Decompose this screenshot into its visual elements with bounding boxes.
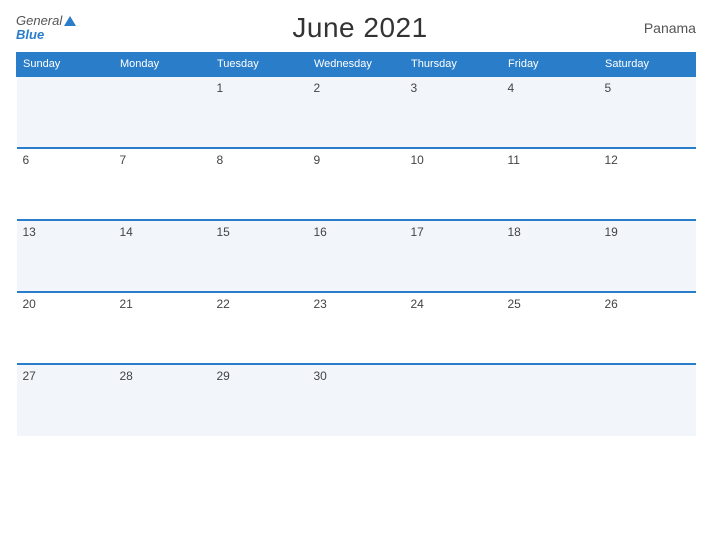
calendar-cell: 14 bbox=[114, 220, 211, 292]
calendar-week-row: 27 28 29 30 bbox=[17, 364, 696, 436]
calendar-cell: 5 bbox=[599, 76, 696, 148]
day-number: 16 bbox=[314, 225, 327, 239]
calendar-cell: 16 bbox=[308, 220, 405, 292]
calendar-cell: 1 bbox=[211, 76, 308, 148]
calendar-cell: 20 bbox=[17, 292, 114, 364]
day-number: 3 bbox=[411, 81, 418, 95]
header-thursday: Thursday bbox=[405, 53, 502, 77]
calendar-cell bbox=[17, 76, 114, 148]
calendar-week-row: 20 21 22 23 24 25 26 bbox=[17, 292, 696, 364]
calendar-title: June 2021 bbox=[292, 12, 427, 44]
calendar-cell: 19 bbox=[599, 220, 696, 292]
day-number: 2 bbox=[314, 81, 321, 95]
day-number: 28 bbox=[120, 369, 133, 383]
header-sunday: Sunday bbox=[17, 53, 114, 77]
calendar-cell bbox=[405, 364, 502, 436]
day-number: 10 bbox=[411, 153, 424, 167]
day-number: 6 bbox=[23, 153, 30, 167]
day-number: 4 bbox=[508, 81, 515, 95]
logo-blue-text: Blue bbox=[16, 28, 76, 42]
calendar-week-row: 1 2 3 4 5 bbox=[17, 76, 696, 148]
calendar-cell bbox=[599, 364, 696, 436]
day-number: 18 bbox=[508, 225, 521, 239]
logo-general-text: General bbox=[16, 14, 76, 28]
day-number: 15 bbox=[217, 225, 230, 239]
calendar-page: General Blue June 2021 Panama Sunday Mon… bbox=[0, 0, 712, 550]
calendar-cell: 6 bbox=[17, 148, 114, 220]
day-number: 12 bbox=[605, 153, 618, 167]
calendar-cell: 30 bbox=[308, 364, 405, 436]
header-saturday: Saturday bbox=[599, 53, 696, 77]
calendar-cell: 27 bbox=[17, 364, 114, 436]
calendar-cell: 15 bbox=[211, 220, 308, 292]
day-number: 25 bbox=[508, 297, 521, 311]
calendar-week-row: 13 14 15 16 17 18 19 bbox=[17, 220, 696, 292]
calendar-cell: 21 bbox=[114, 292, 211, 364]
calendar-cell: 17 bbox=[405, 220, 502, 292]
day-number: 1 bbox=[217, 81, 224, 95]
day-number: 22 bbox=[217, 297, 230, 311]
days-header-row: Sunday Monday Tuesday Wednesday Thursday… bbox=[17, 53, 696, 77]
calendar-cell: 13 bbox=[17, 220, 114, 292]
header-wednesday: Wednesday bbox=[308, 53, 405, 77]
calendar-cell: 7 bbox=[114, 148, 211, 220]
calendar-header: General Blue June 2021 Panama bbox=[16, 12, 696, 44]
day-number: 30 bbox=[314, 369, 327, 383]
calendar-cell: 4 bbox=[502, 76, 599, 148]
day-number: 17 bbox=[411, 225, 424, 239]
day-number: 13 bbox=[23, 225, 36, 239]
header-tuesday: Tuesday bbox=[211, 53, 308, 77]
calendar-cell: 22 bbox=[211, 292, 308, 364]
calendar-cell: 18 bbox=[502, 220, 599, 292]
calendar-cell bbox=[114, 76, 211, 148]
calendar-cell: 29 bbox=[211, 364, 308, 436]
day-number: 20 bbox=[23, 297, 36, 311]
day-number: 26 bbox=[605, 297, 618, 311]
day-number: 19 bbox=[605, 225, 618, 239]
logo-triangle-icon bbox=[64, 16, 76, 26]
calendar-cell: 26 bbox=[599, 292, 696, 364]
calendar-cell: 3 bbox=[405, 76, 502, 148]
calendar-cell: 11 bbox=[502, 148, 599, 220]
day-number: 9 bbox=[314, 153, 321, 167]
calendar-cell: 8 bbox=[211, 148, 308, 220]
day-number: 11 bbox=[508, 153, 520, 167]
day-number: 8 bbox=[217, 153, 224, 167]
day-number: 5 bbox=[605, 81, 612, 95]
day-number: 14 bbox=[120, 225, 133, 239]
calendar-cell: 12 bbox=[599, 148, 696, 220]
header-monday: Monday bbox=[114, 53, 211, 77]
calendar-cell: 2 bbox=[308, 76, 405, 148]
calendar-cell: 23 bbox=[308, 292, 405, 364]
calendar-cell: 28 bbox=[114, 364, 211, 436]
day-number: 27 bbox=[23, 369, 36, 383]
calendar-cell bbox=[502, 364, 599, 436]
calendar-cell: 24 bbox=[405, 292, 502, 364]
day-number: 23 bbox=[314, 297, 327, 311]
day-number: 24 bbox=[411, 297, 424, 311]
day-number: 21 bbox=[120, 297, 133, 311]
calendar-cell: 9 bbox=[308, 148, 405, 220]
header-friday: Friday bbox=[502, 53, 599, 77]
day-number: 29 bbox=[217, 369, 230, 383]
calendar-table: Sunday Monday Tuesday Wednesday Thursday… bbox=[16, 52, 696, 436]
calendar-cell: 25 bbox=[502, 292, 599, 364]
country-label: Panama bbox=[644, 20, 696, 36]
calendar-week-row: 6 7 8 9 10 11 12 bbox=[17, 148, 696, 220]
day-number: 7 bbox=[120, 153, 127, 167]
calendar-cell: 10 bbox=[405, 148, 502, 220]
logo: General Blue bbox=[16, 14, 76, 43]
